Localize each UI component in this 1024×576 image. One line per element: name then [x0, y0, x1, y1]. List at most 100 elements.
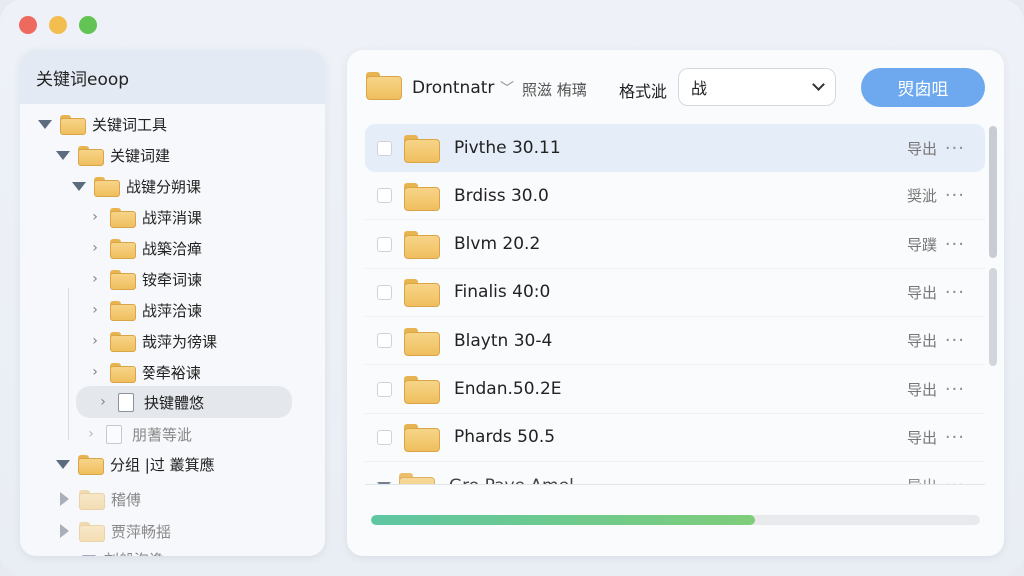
more-options-icon[interactable]: ···: [945, 185, 965, 206]
tree-item[interactable]: 稽傅: [20, 485, 141, 513]
tree-item-label: 稽傅: [111, 490, 142, 509]
row-checkbox[interactable]: [377, 284, 392, 300]
format-select-value: 战: [691, 79, 708, 98]
tree-item[interactable]: › 战萍消课: [20, 203, 202, 231]
folder-icon: [110, 239, 136, 259]
chevron-down-icon: [812, 78, 825, 91]
chevron-down-icon[interactable]: [72, 181, 86, 191]
folder-icon: [78, 455, 104, 475]
tree-item[interactable]: › 抉键體悠: [76, 386, 292, 418]
file-row[interactable]: Gro Pave Amel 导出 ···: [365, 462, 985, 484]
format-select[interactable]: 战: [678, 68, 836, 106]
file-row[interactable]: Brdiss 30.0 奨泚 ···: [365, 172, 985, 221]
file-name: Phards 50.5: [454, 427, 556, 448]
file-row[interactable]: Blaytn 30-4 导出 ···: [365, 317, 985, 366]
export-action[interactable]: 导出: [907, 330, 937, 351]
sidebar-title: 关键词eoop: [20, 50, 325, 104]
tree-item[interactable]: › 战萍洽谏: [20, 296, 202, 324]
file-list: Pivthe 30.11 导出 ··· Brdiss 30.0 奨泚 ··· Blvm 20…: [365, 124, 985, 484]
more-options-icon[interactable]: ···: [945, 138, 965, 159]
file-name: Blaytn 30-4: [454, 330, 553, 351]
divider: [365, 484, 985, 485]
file-name: Blvm 20.2: [454, 234, 541, 255]
more-options-icon[interactable]: ···: [945, 379, 965, 400]
current-folder-name[interactable]: Drontnatr: [412, 78, 494, 98]
tree-item[interactable]: 分组 |过 叢箕應: [20, 450, 215, 478]
tree-item-label: 战萍消课: [142, 208, 203, 227]
export-action[interactable]: 导出: [907, 138, 937, 159]
format-label: 格式泚: [619, 82, 668, 101]
minimize-window-button[interactable]: [49, 16, 67, 34]
tree-item[interactable]: › 쯏牵裕谏: [20, 358, 201, 386]
tree-item[interactable]: 贾萍畅揺: [20, 517, 171, 545]
folder-icon: [110, 270, 136, 290]
tree-item[interactable]: 关键词建: [20, 141, 170, 169]
folder-icon: [78, 146, 104, 166]
more-options-icon[interactable]: ···: [945, 475, 965, 484]
export-action[interactable]: 导出: [907, 475, 937, 484]
chevron-right-icon[interactable]: ›: [88, 302, 102, 318]
tree-item[interactable]: › 哉萍为徬课: [20, 327, 217, 355]
file-row[interactable]: Phards 50.5 导出 ···: [365, 414, 985, 462]
breadcrumb-sub[interactable]: 照滋 栯璃: [522, 79, 587, 100]
tree-item[interactable]: 战键分朔课: [20, 172, 201, 200]
chevron-right-icon[interactable]: ›: [88, 364, 102, 380]
chevron-right-icon[interactable]: ›: [88, 271, 102, 287]
row-checkbox[interactable]: [377, 188, 392, 204]
file-row[interactable]: Finalis 40:0 导出 ···: [365, 269, 985, 317]
tree-item[interactable]: 关键词工具: [20, 110, 167, 138]
scrollbar-thumb-secondary[interactable]: [989, 268, 997, 366]
more-options-icon[interactable]: ···: [945, 282, 965, 303]
window-controls: [19, 16, 97, 34]
folder-icon: [110, 332, 136, 352]
progress-fill: [371, 515, 755, 525]
chevron-right-icon[interactable]: ›: [88, 240, 102, 256]
sidebar: 关键词eoop 关键词工具 关键词建 战键分朔课 › 战萍消课 › 战築洽瘅 › 铵牵词谏 › 战萍…: [20, 50, 325, 556]
row-checkbox[interactable]: [377, 429, 392, 445]
row-checkbox[interactable]: [377, 381, 392, 397]
more-options-icon[interactable]: ···: [945, 427, 965, 448]
more-options-icon[interactable]: ···: [945, 330, 965, 351]
zoom-window-button[interactable]: [79, 16, 97, 34]
file-icon: [106, 424, 122, 444]
chevron-right-icon[interactable]: [60, 524, 69, 538]
folder-icon: [404, 279, 440, 308]
chevron-right-icon[interactable]: ›: [88, 333, 102, 349]
tree-item-label: 分组 |过 叢箕應: [110, 455, 215, 474]
row-checkbox[interactable]: [377, 333, 392, 349]
tree-item[interactable]: › 战築洽瘅: [20, 234, 202, 262]
chevron-down-icon[interactable]: [82, 554, 96, 556]
file-row[interactable]: Pivthe 30.11 导出 ···: [365, 124, 985, 172]
chevron-right-icon[interactable]: ›: [88, 209, 102, 225]
tree-item-label: 刘船泡谗: [104, 549, 164, 557]
folder-icon: [399, 472, 435, 484]
file-row[interactable]: Blvm 20.2 导蹼 ···: [365, 221, 985, 269]
chevron-right-icon: ﹀: [500, 81, 514, 97]
app-window: 关键词eoop 关键词工具 关键词建 战键分朔课 › 战萍消课 › 战築洽瘅 › 铵牵词谏 › 战萍…: [0, 0, 1024, 576]
export-action[interactable]: 导出: [907, 379, 937, 400]
more-options-icon[interactable]: ···: [945, 234, 965, 255]
chevron-right-icon[interactable]: ›: [96, 394, 110, 410]
row-checkbox[interactable]: [377, 236, 392, 252]
export-action[interactable]: 导蹼: [907, 234, 937, 255]
row-checkbox[interactable]: [377, 140, 392, 156]
close-window-button[interactable]: [19, 16, 37, 34]
scrollbar-thumb[interactable]: [989, 126, 997, 258]
chevron-down-icon[interactable]: [56, 150, 70, 160]
chevron-right-icon[interactable]: [60, 492, 69, 506]
file-row[interactable]: Endan.50.2E 导出 ···: [365, 366, 985, 414]
chevron-down-icon[interactable]: [56, 459, 70, 469]
chevron-right-icon[interactable]: ›: [84, 426, 98, 442]
export-action[interactable]: 导出: [907, 427, 937, 448]
folder-icon: [404, 376, 440, 404]
export-action[interactable]: 奨泚: [907, 185, 937, 206]
file-name: Brdiss 30.0: [454, 185, 549, 206]
folder-icon: [366, 72, 402, 100]
folder-icon: [404, 327, 440, 356]
tree-item[interactable]: › 铵牵词谏: [20, 265, 202, 293]
export-action[interactable]: 导出: [907, 282, 937, 303]
tree-item[interactable]: › 朋蓍等泚: [20, 420, 192, 448]
tree-item[interactable]: 刘船泡谗: [20, 545, 164, 556]
primary-action-button[interactable]: 焽囱咀: [861, 68, 985, 107]
chevron-down-icon[interactable]: [38, 119, 52, 129]
